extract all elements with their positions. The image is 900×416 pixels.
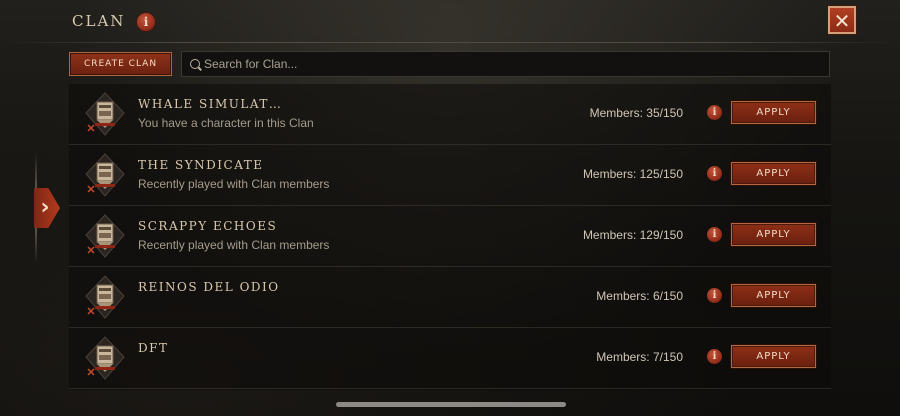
home-indicator[interactable] (336, 402, 566, 407)
list-item[interactable]: SCRAPPY ECHOES Recently played with Clan… (69, 206, 831, 267)
clan-members: Members: 125/150 (582, 167, 683, 181)
apply-button[interactable]: APPLY (731, 162, 816, 185)
clan-name: THE SYNDICATE (138, 158, 264, 172)
clan-crest-icon (85, 336, 125, 380)
clan-status: Recently played with Clan members (138, 238, 330, 252)
info-icon[interactable]: i (707, 166, 722, 181)
apply-button[interactable]: APPLY (731, 101, 816, 124)
list-item[interactable]: THE SYNDICATE Recently played with Clan … (69, 145, 831, 206)
header-divider (0, 42, 900, 43)
clan-status: You have a character in this Clan (138, 116, 314, 130)
search-box[interactable] (181, 51, 830, 77)
clan-name: DFT (138, 341, 169, 355)
create-clan-button[interactable]: CREATE CLAN (69, 52, 172, 76)
chevron-right-icon: › (40, 195, 50, 220)
search-input[interactable] (204, 52, 804, 76)
clan-name: SCRAPPY ECHOES (138, 219, 278, 233)
clan-members: Members: 6/150 (596, 289, 683, 303)
clan-members: Members: 35/150 (589, 106, 683, 120)
search-icon (190, 59, 200, 69)
clan-members: Members: 7/150 (596, 350, 683, 364)
close-button[interactable]: ✕ (828, 6, 856, 34)
clan-screen: CLAN i ✕ CREATE CLAN › (0, 0, 900, 416)
apply-button[interactable]: APPLY (731, 345, 816, 368)
info-icon[interactable]: i (707, 105, 722, 120)
clan-list: WHALE SIMULAT… You have a character in t… (69, 84, 831, 390)
clan-crest-icon (85, 275, 125, 319)
clan-crest-icon (85, 92, 125, 136)
clan-crest-icon (85, 214, 125, 258)
list-item[interactable]: DFT Members: 7/150 i APPLY (69, 328, 831, 389)
info-icon[interactable]: i (707, 227, 722, 242)
list-item[interactable]: REINOS DEL ODIO Members: 6/150 i APPLY (69, 267, 831, 328)
clan-members: Members: 129/150 (582, 228, 683, 242)
clan-name: REINOS DEL ODIO (138, 280, 280, 294)
page-title: CLAN (72, 12, 126, 30)
clan-crest-icon (85, 153, 125, 197)
apply-button[interactable]: APPLY (731, 223, 816, 246)
clan-status: Recently played with Clan members (138, 177, 330, 191)
info-icon[interactable]: i (707, 288, 722, 303)
list-item[interactable]: WHALE SIMULAT… You have a character in t… (69, 84, 831, 145)
clan-name: WHALE SIMULAT… (138, 97, 283, 111)
apply-button[interactable]: APPLY (731, 284, 816, 307)
info-icon[interactable]: i (136, 12, 156, 32)
info-icon[interactable]: i (707, 349, 722, 364)
